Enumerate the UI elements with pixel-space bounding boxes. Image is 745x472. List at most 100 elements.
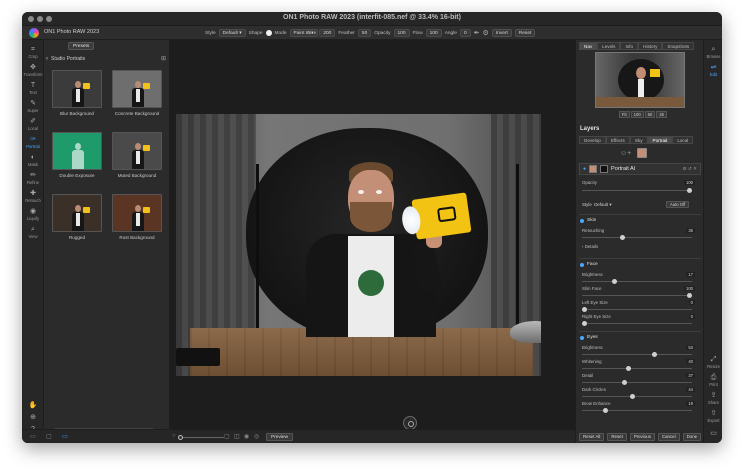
- filter-tools-icons[interactable]: ⚙ ↺ ✕: [683, 166, 697, 172]
- filmstrip-icon[interactable]: ▭: [62, 433, 68, 440]
- left-eye-size-slider[interactable]: [582, 307, 692, 312]
- layers-heading[interactable]: Layers: [580, 126, 599, 132]
- module-browse[interactable]: ⌕ Browse: [704, 46, 722, 59]
- tab-sky[interactable]: Sky: [629, 136, 648, 144]
- slim-face-slider[interactable]: [582, 293, 692, 298]
- zoom-100-button[interactable]: 100: [630, 111, 644, 118]
- whitening-slider[interactable]: [582, 366, 692, 371]
- preset-tile[interactable]: Blur Background: [52, 70, 102, 116]
- style-dropdown[interactable]: Default ▾: [218, 29, 246, 37]
- face-brightness-slider[interactable]: [582, 279, 692, 284]
- tool-mask[interactable]: ◐ Mask: [22, 154, 44, 167]
- module-resize[interactable]: ⤢ Resize: [704, 356, 722, 369]
- retouching-value[interactable]: 35: [686, 228, 695, 233]
- tool-super-brush[interactable]: ✎ Super: [22, 100, 44, 113]
- eyes-section-header[interactable]: Eyes: [580, 335, 598, 340]
- auto-off-button[interactable]: Auto Off: [666, 201, 690, 208]
- panel-toggle[interactable]: ▭: [704, 430, 722, 438]
- tab-portrait[interactable]: Portrait: [647, 136, 673, 144]
- brush-shape-icon[interactable]: [265, 30, 272, 36]
- zoom-tool[interactable]: ⊕: [22, 414, 44, 422]
- face-thumbnail[interactable]: [637, 148, 648, 158]
- tool-retouch[interactable]: ✚ Retouch: [22, 190, 44, 203]
- tool-view[interactable]: ⌕ View: [22, 226, 44, 239]
- tab-local[interactable]: Local: [672, 136, 694, 144]
- left-eye-size-value[interactable]: 0: [688, 300, 695, 305]
- tool-transform[interactable]: ✥ Transform: [22, 64, 44, 77]
- preset-tile[interactable]: Muted Background: [112, 132, 162, 178]
- preset-tile[interactable]: Rugged: [52, 194, 102, 240]
- whitening-value[interactable]: 40: [686, 359, 695, 364]
- skin-section-header[interactable]: Skin: [580, 218, 596, 223]
- preset-tile[interactable]: Concrete Background: [112, 70, 162, 116]
- previous-button[interactable]: Previous: [629, 432, 655, 441]
- flow-field[interactable]: 100: [425, 29, 442, 37]
- dark-circles-value[interactable]: 44: [686, 387, 695, 392]
- tool-crop[interactable]: ⌗ Crop: [22, 46, 44, 59]
- preset-tile[interactable]: Double Exposure: [52, 132, 102, 178]
- tab-nav[interactable]: Nav: [579, 42, 598, 50]
- portrait-ai-header[interactable]: ● Portrait AI ⚙ ↺ ✕: [579, 163, 701, 175]
- before-after-icon[interactable]: ◫: [234, 433, 240, 440]
- tab-history[interactable]: History: [638, 42, 663, 50]
- dark-circles-slider[interactable]: [582, 394, 692, 399]
- style-dropdown[interactable]: Style Default ▾: [582, 202, 612, 208]
- opacity-slider[interactable]: [582, 188, 692, 193]
- eyes-brightness-slider[interactable]: [582, 352, 692, 357]
- navigator-preview[interactable]: [595, 52, 685, 108]
- tool-liquify[interactable]: ◉ Liquify: [22, 208, 44, 221]
- module-print[interactable]: ⎙ Print: [704, 374, 722, 387]
- tool-text[interactable]: T Text: [22, 82, 44, 95]
- visibility-eye-icon[interactable]: ●: [583, 166, 586, 172]
- feather-field[interactable]: 50: [357, 29, 372, 37]
- preset-tile[interactable]: Rust Background: [112, 194, 162, 240]
- tool-portrait[interactable]: ✑ Portrait: [22, 136, 44, 149]
- image-canvas[interactable]: [170, 40, 597, 443]
- tool-refine[interactable]: ✏ Refine: [22, 172, 44, 185]
- zoom-slider[interactable]: [178, 435, 224, 440]
- mask-view-icon[interactable]: ◉: [244, 433, 249, 440]
- reset-button[interactable]: Reset: [607, 432, 627, 441]
- zoom-25-button[interactable]: 25: [656, 111, 667, 118]
- right-eye-size-slider[interactable]: [582, 321, 692, 326]
- detail-slider[interactable]: [582, 380, 692, 385]
- opacity-value[interactable]: 100: [684, 180, 695, 185]
- module-export[interactable]: ⇧ Export: [704, 410, 722, 423]
- module-share[interactable]: ⇪ Share: [704, 392, 722, 405]
- cancel-button[interactable]: Cancel: [657, 432, 680, 441]
- tool-local[interactable]: ✐ Local: [22, 118, 44, 131]
- skin-details-toggle[interactable]: › Details: [582, 244, 598, 249]
- compare-icon[interactable]: ▢: [224, 433, 230, 440]
- angle-field[interactable]: 0: [459, 29, 471, 37]
- reset-brush-button[interactable]: Reset: [514, 29, 536, 37]
- grid-view-icon[interactable]: ⊞: [161, 55, 166, 62]
- reset-all-button[interactable]: Reset All: [579, 432, 605, 441]
- mask-thumbnail[interactable]: [600, 165, 609, 173]
- overlay-icon[interactable]: ◎: [254, 433, 259, 440]
- module-edit[interactable]: ⇌ Edit: [704, 64, 722, 77]
- preview-button[interactable]: Preview: [266, 433, 294, 441]
- zoom-out-icon[interactable]: ○: [172, 433, 176, 439]
- hand-tool[interactable]: ✋: [22, 402, 44, 410]
- tab-info[interactable]: Info: [620, 42, 639, 50]
- zoom-50-button[interactable]: 50: [644, 111, 656, 118]
- slim-face-value[interactable]: 100: [684, 286, 695, 291]
- detail-value[interactable]: 37: [686, 373, 695, 378]
- tab-levels[interactable]: Levels: [597, 42, 621, 50]
- tab-develop[interactable]: Develop: [579, 136, 606, 144]
- brow-enhance-value[interactable]: 19: [686, 401, 695, 406]
- tab-snapshots[interactable]: Snapshots: [662, 42, 695, 50]
- presets-tab[interactable]: Presets: [68, 42, 95, 50]
- opacity-field[interactable]: 100: [393, 29, 410, 37]
- retouching-slider[interactable]: [582, 235, 692, 240]
- done-button[interactable]: Done: [682, 432, 702, 441]
- face-section-header[interactable]: Face: [580, 262, 598, 267]
- brow-enhance-slider[interactable]: [582, 408, 692, 413]
- invert-button[interactable]: Invert: [491, 29, 512, 37]
- eyes-brightness-value[interactable]: 53: [686, 345, 695, 350]
- right-eye-size-value[interactable]: 0: [688, 314, 695, 319]
- zoom-fit-button[interactable]: Fit: [619, 111, 630, 118]
- add-face-icon[interactable]: ☺+: [620, 150, 631, 157]
- pen-pressure-icon[interactable]: ✒: [474, 29, 480, 37]
- face-brightness-value[interactable]: 17: [686, 272, 695, 277]
